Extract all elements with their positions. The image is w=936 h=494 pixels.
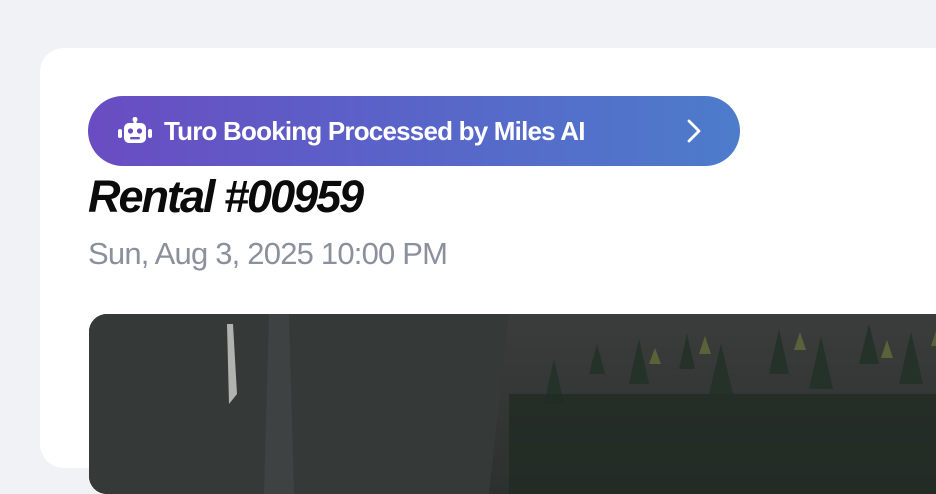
chevron-right-icon (686, 118, 704, 144)
rental-title: Rental #00959 (88, 171, 364, 222)
rental-card: Turo Booking Processed by Miles AI Renta… (40, 48, 936, 494)
rental-date: Sun, Aug 3, 2025 10:00 PM (88, 236, 448, 271)
forest-cliff-photo (89, 314, 936, 494)
miles-ai-banner-button[interactable]: Turo Booking Processed by Miles AI (88, 96, 740, 166)
banner-label: Turo Booking Processed by Miles AI (164, 115, 585, 146)
robot-icon (118, 117, 154, 145)
